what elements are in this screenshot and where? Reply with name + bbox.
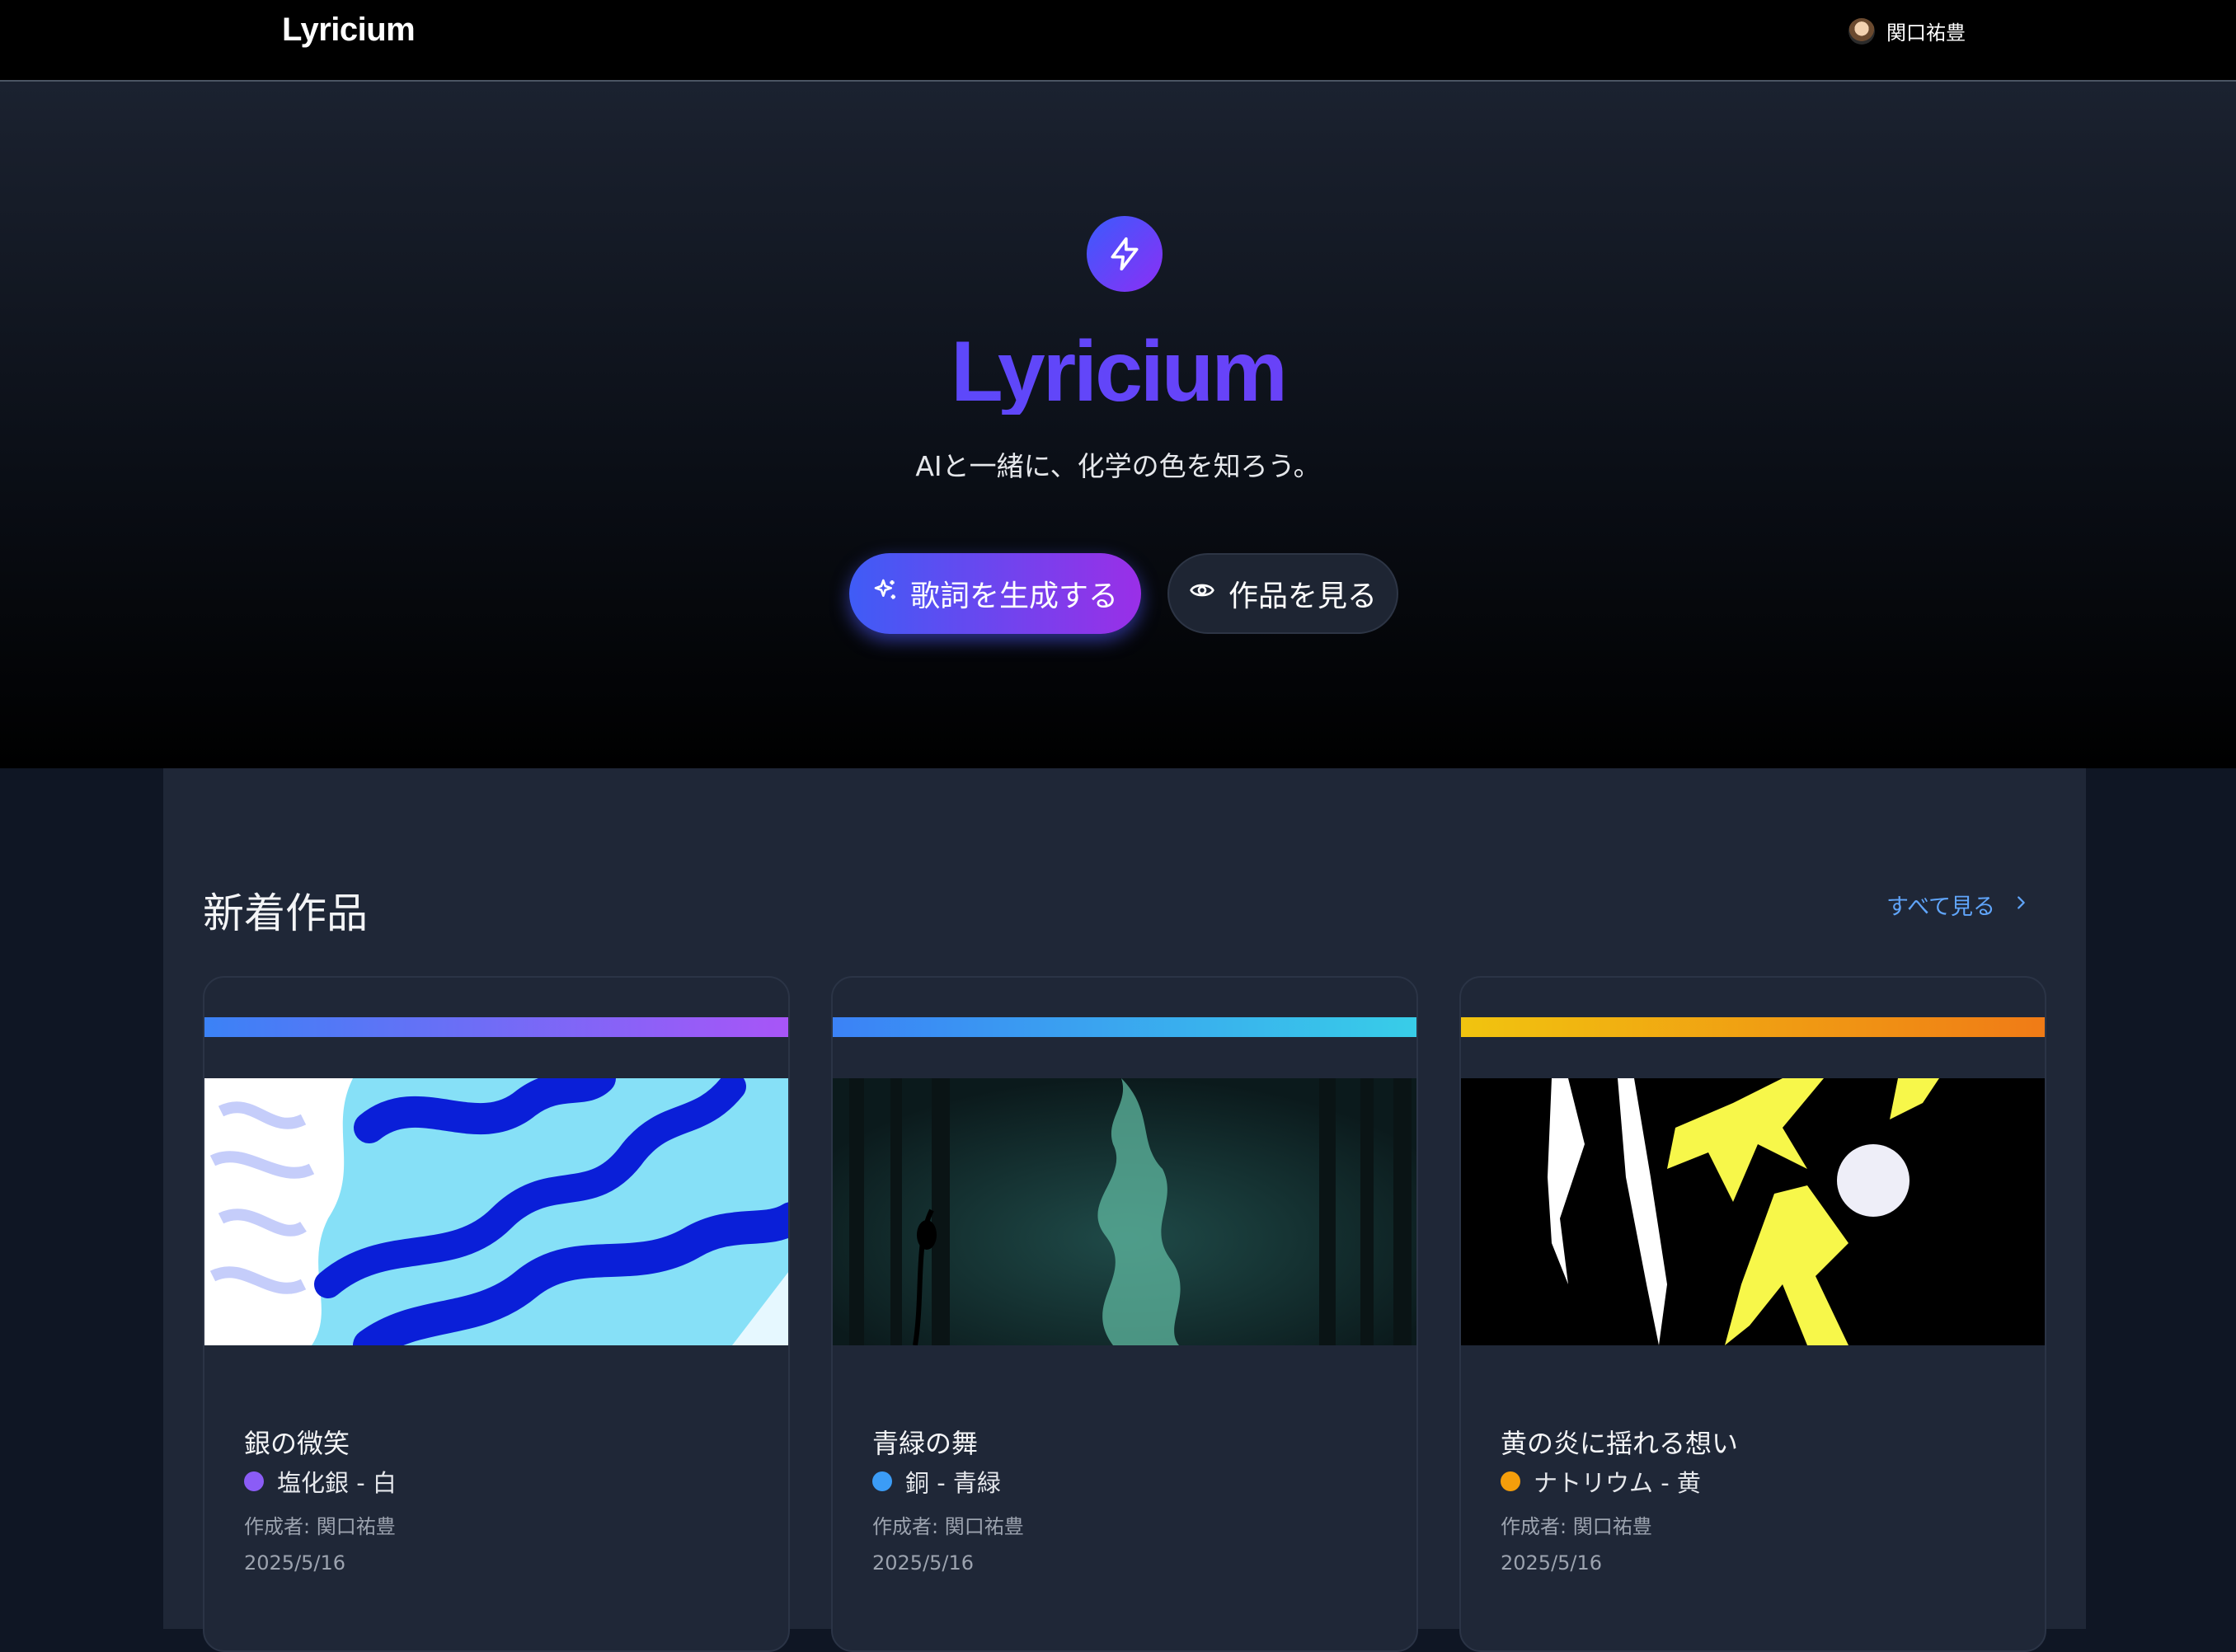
recent-works-section: 新着作品 すべて見る 銀の微笑 塩化銀 - 白 作成者: 関口祐豊 2025/5… [163,768,2086,1652]
work-element: ナトリウム - 黄 [1501,1464,1701,1499]
element-color-dot [1501,1471,1520,1491]
see-all-link[interactable]: すべて見る [1886,889,2030,921]
work-date: 2025/5/16 [244,1551,346,1575]
see-all-label: すべて見る [1886,894,1995,920]
element-color-dot [244,1471,264,1491]
work-author: 作成者: 関口祐豊 [244,1515,396,1538]
top-navbar: Lyricium 関口祐豊 [0,0,2236,82]
element-label: ナトリウム - 黄 [1534,1469,1701,1497]
work-title: 青緑の舞 [872,1428,979,1459]
hero-section: Lyricium AIと一緒に、化学の色を知ろう。 歌詞を生成する 作品を見る [0,82,2236,768]
generate-lyrics-label: 歌詞を生成する [909,580,1118,613]
work-thumbnail [833,1078,1416,1345]
work-title: 銀の微笑 [244,1428,350,1459]
hero-title: Lyricium [0,329,2236,415]
element-color-dot [872,1471,892,1491]
work-thumbnail [1461,1078,2045,1345]
chevron-right-icon [2012,892,2030,918]
color-bar [204,1017,788,1037]
work-author: 作成者: 関口祐豊 [1501,1515,1652,1538]
work-card[interactable]: 青緑の舞 銅 - 青緑 作成者: 関口祐豊 2025/5/16 [831,976,1418,1652]
work-thumbnail [204,1078,788,1345]
element-label: 塩化銀 - 白 [277,1469,397,1497]
hero-subtitle: AIと一緒に、化学の色を知ろう。 [915,450,1321,482]
user-menu[interactable]: 関口祐豊 [1848,16,1966,45]
work-title: 黄の炎に揺れる想い [1501,1428,1739,1459]
lightning-icon [1087,216,1163,292]
user-avatar [1848,17,1875,45]
generate-lyrics-button[interactable]: 歌詞を生成する [849,553,1141,634]
color-bar [1461,1017,2045,1037]
work-date: 2025/5/16 [1501,1551,1603,1575]
element-label: 銅 - 青緑 [905,1469,1001,1497]
work-element: 銅 - 青緑 [872,1464,1001,1499]
work-card[interactable]: 黄の炎に揺れる想い ナトリウム - 黄 作成者: 関口祐豊 2025/5/16 [1459,976,2046,1652]
section-title: 新着作品 [203,889,368,937]
work-author: 作成者: 関口祐豊 [872,1515,1024,1538]
eye-icon [1189,577,1215,611]
color-bar [833,1017,1416,1037]
work-element: 塩化銀 - 白 [244,1464,397,1499]
view-works-button[interactable]: 作品を見る [1167,553,1398,634]
work-date: 2025/5/16 [872,1551,975,1575]
sparkles-icon [872,577,899,611]
work-card[interactable]: 銀の微笑 塩化銀 - 白 作成者: 関口祐豊 2025/5/16 [203,976,790,1652]
view-works-label: 作品を見る [1228,580,1377,613]
user-name: 関口祐豊 [1886,21,1966,45]
brand-logo[interactable]: Lyricium [282,12,416,49]
